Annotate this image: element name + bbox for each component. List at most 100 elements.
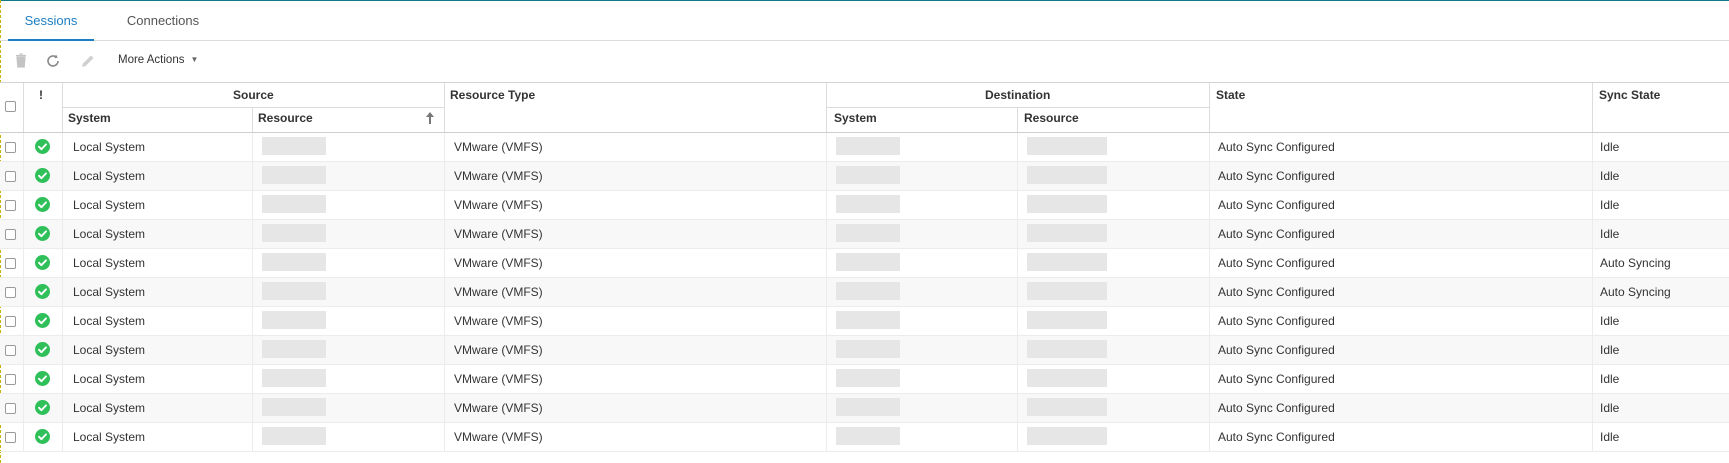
table-row[interactable]: Local System VMware (VMFS) Auto Sync Confi…: [0, 307, 1729, 336]
column-divider: [826, 423, 827, 452]
table-row[interactable]: Local System VMware (VMFS) Auto Sync Confi…: [0, 162, 1729, 191]
row-checkbox[interactable]: [5, 142, 16, 153]
column-divider: [444, 162, 445, 191]
column-divider: [826, 191, 827, 220]
check-circle-icon: [35, 197, 50, 212]
source-system-cell: Local System: [73, 227, 146, 241]
resource-type-cell: VMware (VMFS): [454, 285, 543, 299]
column-divider: [1592, 162, 1593, 191]
redacted-destination-system: [836, 340, 900, 358]
row-checkbox[interactable]: [5, 258, 16, 269]
column-divider: [1017, 423, 1018, 452]
source-resource-header[interactable]: Resource: [258, 111, 313, 125]
redacted-destination-system: [836, 166, 900, 184]
row-checkbox[interactable]: [5, 171, 16, 182]
select-all-checkbox[interactable]: [5, 101, 16, 112]
state-column-header[interactable]: State: [1216, 88, 1245, 102]
header-divider: [1592, 83, 1593, 133]
table-row[interactable]: Local System VMware (VMFS) Auto Sync Confi…: [0, 249, 1729, 278]
column-divider: [23, 394, 24, 423]
column-divider: [1209, 365, 1210, 394]
more-actions-menu[interactable]: More Actions ▼: [118, 54, 198, 66]
column-divider: [252, 394, 253, 423]
sync-state-cell: Idle: [1600, 198, 1620, 212]
state-cell: Auto Sync Configured: [1218, 430, 1335, 444]
redacted-source-resource: [262, 166, 326, 184]
row-checkbox[interactable]: [5, 345, 16, 356]
caret-down-icon: ▼: [190, 55, 199, 64]
status-column-header[interactable]: !: [39, 88, 43, 102]
column-divider: [1209, 278, 1210, 307]
destination-system-header[interactable]: System: [834, 111, 877, 125]
header-divider: [1017, 108, 1018, 133]
column-divider: [252, 336, 253, 365]
table-row[interactable]: Local System VMware (VMFS) Auto Sync Confi…: [0, 220, 1729, 249]
check-circle-icon: [35, 400, 50, 415]
column-divider: [252, 307, 253, 336]
table-row[interactable]: Local System VMware (VMFS) Auto Sync Confi…: [0, 133, 1729, 162]
tab-connections[interactable]: Connections: [118, 1, 208, 40]
header-divider: [62, 107, 444, 108]
sort-ascending-icon[interactable]: [425, 111, 435, 128]
column-divider: [1209, 191, 1210, 220]
column-divider: [62, 133, 63, 162]
tab-sessions[interactable]: Sessions: [8, 1, 94, 41]
column-divider: [444, 249, 445, 278]
column-divider: [252, 133, 253, 162]
column-divider: [1017, 133, 1018, 162]
trash-icon[interactable]: [12, 52, 30, 70]
column-divider: [1592, 249, 1593, 278]
redacted-destination-resource: [1027, 369, 1107, 387]
column-divider: [826, 162, 827, 191]
header-divider: [252, 108, 253, 133]
check-circle-icon: [35, 139, 50, 154]
column-divider: [62, 336, 63, 365]
column-divider: [1592, 278, 1593, 307]
redacted-destination-system: [836, 195, 900, 213]
column-divider: [62, 423, 63, 452]
header-divider: [826, 83, 827, 133]
column-divider: [62, 191, 63, 220]
table-row[interactable]: Local System VMware (VMFS) Auto Sync Confi…: [0, 191, 1729, 220]
row-checkbox[interactable]: [5, 374, 16, 385]
table-row[interactable]: Local System VMware (VMFS) Auto Sync Confi…: [0, 278, 1729, 307]
row-checkbox[interactable]: [5, 316, 16, 327]
destination-resource-header[interactable]: Resource: [1024, 111, 1079, 125]
source-system-header[interactable]: System: [68, 111, 111, 125]
column-divider: [826, 249, 827, 278]
row-checkbox[interactable]: [5, 287, 16, 298]
row-checkbox[interactable]: [5, 200, 16, 211]
sync-state-column-header[interactable]: Sync State: [1599, 88, 1660, 102]
source-system-cell: Local System: [73, 314, 146, 328]
table-row[interactable]: Local System VMware (VMFS) Auto Sync Confi…: [0, 365, 1729, 394]
table-row[interactable]: Local System VMware (VMFS) Auto Sync Confi…: [0, 336, 1729, 365]
check-circle-icon: [35, 226, 50, 241]
check-circle-icon: [35, 255, 50, 270]
redacted-source-resource: [262, 195, 326, 213]
resource-type-cell: VMware (VMFS): [454, 401, 543, 415]
column-divider: [1017, 162, 1018, 191]
row-checkbox[interactable]: [5, 432, 16, 443]
column-divider: [1592, 191, 1593, 220]
column-divider: [1592, 336, 1593, 365]
row-checkbox[interactable]: [5, 229, 16, 240]
redacted-destination-system: [836, 369, 900, 387]
row-checkbox[interactable]: [5, 403, 16, 414]
sync-state-cell: Idle: [1600, 314, 1620, 328]
table-row[interactable]: Local System VMware (VMFS) Auto Sync Confi…: [0, 394, 1729, 423]
resource-type-header[interactable]: Resource Type: [450, 88, 535, 102]
redacted-source-resource: [262, 282, 326, 300]
column-divider: [1592, 394, 1593, 423]
table-row[interactable]: Local System VMware (VMFS) Auto Sync Confi…: [0, 423, 1729, 452]
source-system-cell: Local System: [73, 169, 146, 183]
resource-type-cell: VMware (VMFS): [454, 140, 543, 154]
column-divider: [826, 133, 827, 162]
pencil-icon[interactable]: [79, 52, 97, 70]
column-divider: [1209, 336, 1210, 365]
column-divider: [1017, 191, 1018, 220]
redacted-source-resource: [262, 340, 326, 358]
redacted-destination-system: [836, 224, 900, 242]
redacted-source-resource: [262, 253, 326, 271]
source-system-cell: Local System: [73, 401, 146, 415]
refresh-icon[interactable]: [44, 52, 62, 70]
